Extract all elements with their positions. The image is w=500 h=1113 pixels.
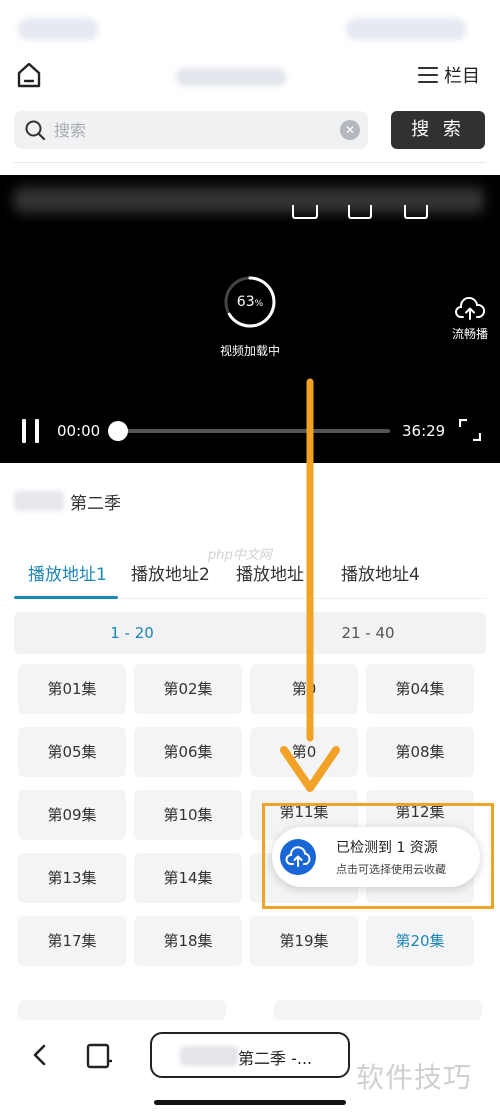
smooth-play-button[interactable]: 流畅播 bbox=[448, 297, 492, 342]
fullscreen-icon[interactable] bbox=[459, 419, 481, 441]
episode-item[interactable]: 第09集 bbox=[18, 790, 126, 840]
tab-source-2[interactable]: 播放地址2 bbox=[131, 560, 210, 585]
menu-button[interactable]: 栏目 bbox=[418, 62, 480, 88]
download-icon[interactable] bbox=[348, 205, 372, 219]
list-item bbox=[274, 1000, 482, 1020]
source-tabs: 播放地址1 播放地址2 播放地址 播放地址4 bbox=[14, 560, 486, 600]
back-icon[interactable] bbox=[30, 1043, 50, 1067]
smooth-play-label: 流畅播 bbox=[451, 327, 488, 341]
search-icon bbox=[25, 120, 46, 141]
page-title-blur bbox=[176, 68, 286, 86]
episode-item[interactable]: 第17集 bbox=[18, 916, 126, 966]
status-icons-blur bbox=[346, 18, 466, 40]
annotation-arrow bbox=[280, 378, 340, 792]
episode-item[interactable]: 第06集 bbox=[134, 727, 242, 777]
episode-item[interactable]: 第19集 bbox=[250, 916, 358, 966]
episode-item-current[interactable]: 第20集 bbox=[366, 916, 474, 966]
top-bar: 栏目 bbox=[0, 56, 500, 96]
cloud-upload-icon bbox=[455, 297, 485, 320]
clear-icon[interactable]: ✕ bbox=[340, 120, 360, 140]
address-title-blur bbox=[180, 1046, 238, 1066]
season-label: 第二季 bbox=[70, 493, 121, 514]
pip-icon[interactable] bbox=[404, 205, 428, 219]
active-tab-indicator bbox=[14, 596, 118, 599]
search-box[interactable]: ✕ bbox=[14, 111, 368, 149]
episode-range-selector: 1 - 20 21 - 40 bbox=[14, 612, 486, 654]
range-1-20[interactable]: 1 - 20 bbox=[14, 612, 250, 654]
episode-item[interactable]: 第04集 bbox=[366, 664, 474, 714]
resource-detected-toast[interactable]: 已检测到 1 资源 点击可选择使用云收藏 bbox=[272, 827, 480, 887]
status-bar bbox=[0, 0, 500, 56]
episode-item[interactable]: 第08集 bbox=[366, 727, 474, 777]
progress-knob[interactable] bbox=[108, 421, 128, 441]
tab-source-4[interactable]: 播放地址4 bbox=[341, 560, 420, 585]
cast-icon[interactable] bbox=[292, 205, 318, 219]
episode-item[interactable]: 第14集 bbox=[134, 853, 242, 903]
site-watermark: 软件技巧 bbox=[356, 1061, 473, 1094]
episode-item[interactable]: 第02集 bbox=[134, 664, 242, 714]
loading-text: 视频加载中 bbox=[219, 344, 280, 358]
episode-item[interactable]: 第10集 bbox=[134, 790, 242, 840]
home-icon[interactable] bbox=[14, 60, 44, 90]
home-indicator bbox=[154, 1100, 346, 1105]
cloud-upload-icon bbox=[280, 839, 316, 875]
video-player[interactable]: 63% 视频加载中 流畅播 00:00 36:29 bbox=[0, 175, 500, 463]
show-title: 第二季 bbox=[14, 489, 121, 514]
progress-track[interactable] bbox=[116, 429, 390, 433]
pause-button[interactable] bbox=[20, 419, 42, 443]
search-input[interactable] bbox=[54, 111, 344, 149]
current-time: 00:00 bbox=[57, 422, 101, 440]
tab-source-1[interactable]: 播放地址1 bbox=[28, 560, 107, 585]
address-text: 第二季 -... bbox=[238, 1049, 313, 1068]
toast-subtitle: 点击可选择使用云收藏 bbox=[336, 863, 446, 876]
episode-item[interactable]: 第13集 bbox=[18, 853, 126, 903]
menu-label: 栏目 bbox=[444, 66, 480, 87]
menu-icon bbox=[418, 67, 438, 83]
toast-title: 已检测到 1 资源 bbox=[336, 840, 438, 856]
episode-item[interactable]: 第18集 bbox=[134, 916, 242, 966]
total-time: 36:29 bbox=[402, 422, 446, 440]
episode-item[interactable]: 第01集 bbox=[18, 664, 126, 714]
list-item bbox=[18, 1000, 226, 1020]
divider bbox=[14, 162, 486, 163]
show-name-blur bbox=[14, 491, 64, 511]
tabs-icon[interactable] bbox=[86, 1043, 114, 1069]
episode-item[interactable]: 第05集 bbox=[18, 727, 126, 777]
loading-percent: 63% bbox=[236, 294, 264, 310]
search-button[interactable]: 搜 索 bbox=[391, 111, 485, 149]
address-bar[interactable]: 第二季 -... bbox=[150, 1032, 350, 1078]
status-time-blur bbox=[18, 18, 98, 40]
